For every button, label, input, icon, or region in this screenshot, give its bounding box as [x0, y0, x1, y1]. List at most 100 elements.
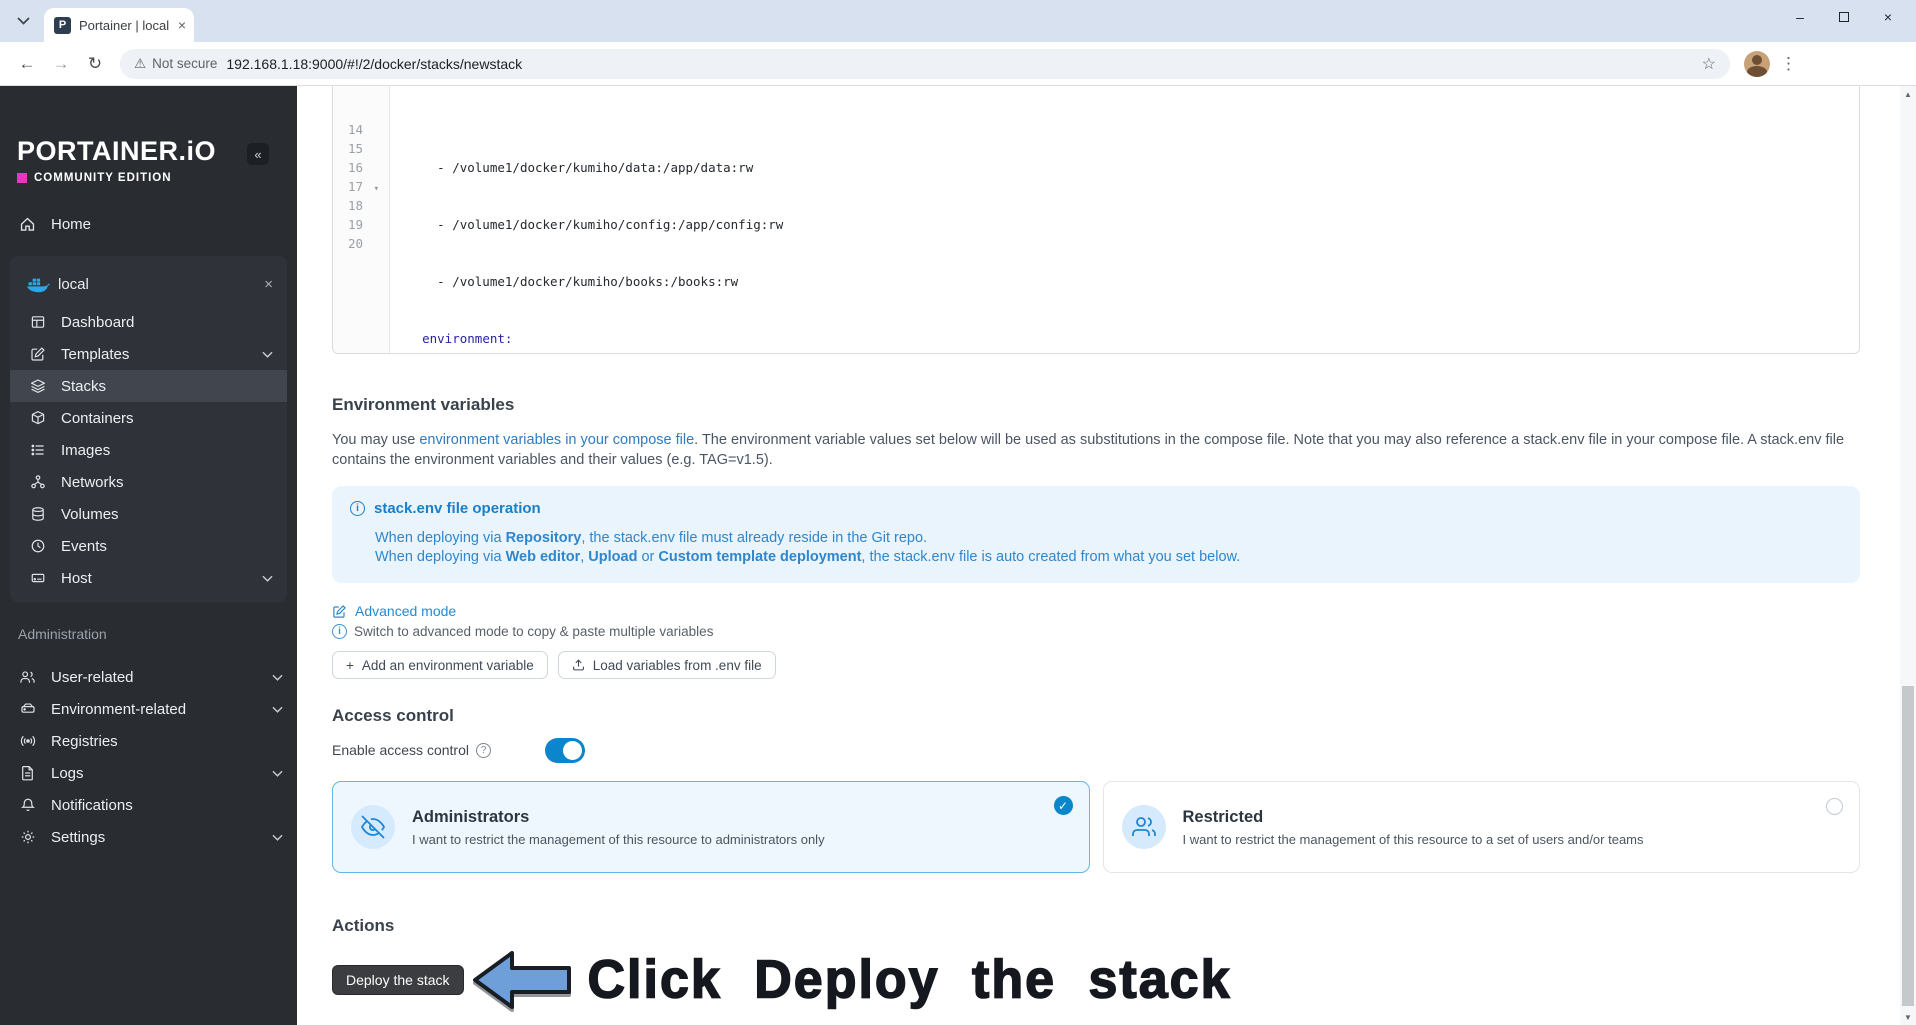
administrators-card[interactable]: Administrators I want to restrict the ma… — [332, 781, 1090, 873]
compose-editor[interactable]: 14 15 16 17▾ 18 19 20 - /volume1/docker/… — [332, 86, 1860, 354]
window-controls: – × — [1778, 0, 1910, 34]
radio-unselected-icon[interactable] — [1826, 798, 1843, 815]
info-line-web-editor: When deploying via Web editor, Upload or… — [375, 548, 1842, 567]
line-number: 20 — [333, 234, 389, 253]
sidebar-item-label: Home — [51, 216, 91, 233]
code-line: - /volume1/docker/kumiho/data:/app/data:… — [392, 158, 1859, 177]
browser-tab[interactable]: P Portainer | local × — [44, 8, 194, 42]
plus-icon: + — [346, 658, 354, 673]
card-description: I want to restrict the management of thi… — [412, 832, 825, 847]
profile-avatar[interactable] — [1744, 51, 1770, 77]
not-secure-label: Not secure — [152, 56, 217, 71]
scrollbar-thumb[interactable] — [1902, 686, 1914, 1006]
chevron-down-icon — [17, 17, 30, 25]
forward-button[interactable]: → — [44, 47, 78, 81]
box-icon — [28, 410, 47, 426]
sidebar-item-networks[interactable]: Networks — [10, 466, 287, 498]
advanced-mode-label: Advanced mode — [355, 603, 456, 619]
browser-menu-icon[interactable]: ⋮ — [1780, 54, 1797, 74]
bell-icon — [18, 797, 37, 813]
sidebar-item-label: Notifications — [51, 797, 133, 814]
tab-close-icon[interactable]: × — [178, 17, 186, 33]
line-number: 16 — [333, 158, 389, 177]
main-content: 14 15 16 17▾ 18 19 20 - /volume1/docker/… — [297, 86, 1916, 1025]
edition-square-icon — [17, 173, 27, 183]
bookmark-star-icon[interactable]: ☆ — [1702, 54, 1716, 74]
file-text-icon — [18, 765, 37, 781]
chevron-down-icon — [272, 834, 283, 841]
line-number: 15 — [333, 139, 389, 158]
chevron-down-icon — [272, 706, 283, 713]
add-env-variable-button[interactable]: + Add an environment variable — [332, 651, 548, 679]
scroll-up-icon[interactable]: ▲ — [1900, 86, 1916, 102]
sidebar-item-volumes[interactable]: Volumes — [10, 498, 287, 530]
upload-icon — [572, 658, 585, 672]
access-control-cards: Administrators I want to restrict the ma… — [332, 781, 1860, 873]
deploy-stack-button[interactable]: Deploy the stack — [332, 965, 464, 995]
sidebar-item-host[interactable]: Host — [10, 562, 287, 594]
browser-toolbar: ← → ↻ ⚠ Not secure 192.168.1.18:9000/#!/… — [0, 42, 1916, 86]
scroll-down-icon[interactable]: ▼ — [1900, 1009, 1916, 1025]
environment-panel: local × Dashboard Templates — [10, 256, 287, 602]
page-scrollbar[interactable]: ▲ ▼ — [1900, 86, 1916, 1025]
chevron-down-icon — [272, 674, 283, 681]
sidebar-item-label: Containers — [61, 410, 134, 427]
stack-env-info-box: i stack.env file operation When deployin… — [332, 486, 1860, 583]
sidebar-item-home[interactable]: Home — [0, 208, 297, 240]
restricted-card[interactable]: Restricted I want to restrict the manage… — [1103, 781, 1861, 873]
sidebar-item-label: Stacks — [61, 378, 106, 395]
edition-label: COMMUNITY EDITION — [34, 172, 172, 184]
code-line: environment: — [392, 329, 1859, 348]
access-control-title: Access control — [332, 705, 1860, 727]
environment-header-local[interactable]: local × — [10, 262, 287, 306]
sidebar-collapse-button[interactable]: « — [247, 143, 269, 165]
help-circle-icon[interactable]: ? — [476, 743, 491, 758]
editor-code[interactable]: - /volume1/docker/kumiho/data:/app/data:… — [390, 86, 1859, 353]
advanced-mode-link[interactable]: Advanced mode — [332, 603, 1860, 619]
sidebar-item-registries[interactable]: Registries — [0, 725, 297, 757]
url-text[interactable]: 192.168.1.18:9000/#!/2/docker/stacks/new… — [226, 56, 522, 72]
home-icon — [18, 216, 37, 233]
close-button[interactable]: × — [1866, 9, 1910, 25]
sidebar-item-user-related[interactable]: User-related — [0, 661, 297, 693]
env-vars-title: Environment variables — [332, 394, 1860, 416]
tab-search-button[interactable] — [10, 8, 36, 34]
sidebar-item-dashboard[interactable]: Dashboard — [10, 306, 287, 338]
actions-title: Actions — [332, 915, 1860, 937]
pencil-square-icon — [332, 604, 347, 619]
access-control-toggle[interactable] — [545, 738, 585, 763]
environment-name: local — [58, 276, 89, 293]
sidebar-item-templates[interactable]: Templates — [10, 338, 287, 370]
reload-button[interactable]: ↻ — [78, 47, 112, 81]
radio-icon — [18, 733, 37, 749]
minimize-button[interactable]: – — [1778, 9, 1822, 25]
sidebar-item-environment-related[interactable]: Environment-related — [0, 693, 297, 725]
env-vars-description: You may use environment variables in you… — [332, 430, 1860, 470]
sidebar-item-stacks[interactable]: Stacks — [10, 370, 287, 402]
not-secure-badge[interactable]: ⚠ Not secure — [134, 56, 217, 72]
maximize-button[interactable] — [1822, 9, 1866, 25]
portainer-favicon-icon: P — [54, 17, 71, 34]
line-number: 17▾ — [333, 177, 389, 196]
sidebar-item-containers[interactable]: Containers — [10, 402, 287, 434]
sidebar-item-notifications[interactable]: Notifications — [0, 789, 297, 821]
users-icon — [1122, 805, 1166, 849]
toggle-knob — [563, 741, 582, 760]
sidebar-item-images[interactable]: Images — [10, 434, 287, 466]
sidebar-item-settings[interactable]: Settings — [0, 821, 297, 853]
line-number: 19 — [333, 215, 389, 234]
sidebar-item-label: Images — [61, 442, 110, 459]
sidebar-item-events[interactable]: Events — [10, 530, 287, 562]
database-icon — [28, 506, 47, 522]
sidebar-item-logs[interactable]: Logs — [0, 757, 297, 789]
docker-whale-icon — [26, 276, 45, 293]
clock-icon — [28, 538, 47, 554]
compose-env-vars-link[interactable]: environment variables in your compose fi… — [419, 432, 694, 448]
load-env-file-button[interactable]: Load variables from .env file — [558, 651, 776, 679]
server-icon — [28, 570, 47, 586]
address-bar[interactable]: ⚠ Not secure 192.168.1.18:9000/#!/2/dock… — [120, 49, 1730, 79]
annotation-text: Click Deploy the stack — [588, 949, 1232, 1011]
environment-close-icon[interactable]: × — [264, 276, 273, 293]
sidebar-item-label: Volumes — [61, 506, 119, 523]
back-button[interactable]: ← — [10, 47, 44, 81]
